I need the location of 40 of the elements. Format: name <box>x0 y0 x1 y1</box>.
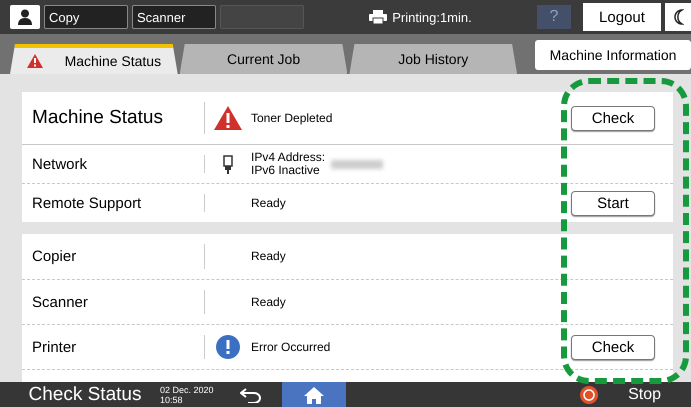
row-label: Printer <box>32 338 78 356</box>
user-button[interactable] <box>10 5 40 29</box>
tab[interactable]: Job History <box>349 44 518 74</box>
status-text: Ready <box>251 296 286 308</box>
warning-icon <box>213 105 243 131</box>
row-label: Copier <box>32 248 78 265</box>
action-button[interactable]: Check <box>571 106 655 130</box>
home-button[interactable] <box>282 382 346 407</box>
printing-status: Printing:1min. <box>392 10 472 24</box>
row-label: Remote Support <box>32 194 142 212</box>
user-icon <box>18 9 32 25</box>
sleep-button[interactable] <box>665 3 691 31</box>
row-label: Machine Status <box>32 107 164 129</box>
screen-title: Check Status <box>28 384 142 406</box>
status-text: IPv4 Address: <box>251 151 326 164</box>
status-text: IPv6 Inactive <box>251 164 321 177</box>
tab[interactable]: Machine Status <box>10 44 178 74</box>
row-label: Network <box>32 156 88 172</box>
ethernet-cable-icon <box>223 154 233 174</box>
stop-icon[interactable] <box>580 386 598 404</box>
action-button[interactable]: Start <box>571 190 655 216</box>
status-text: Ready <box>251 196 286 210</box>
exclamation-icon <box>216 335 240 359</box>
function-key[interactable]: Copy <box>44 5 128 29</box>
logout-button[interactable]: Logout <box>583 3 661 31</box>
time-text: 10:58 <box>160 394 184 404</box>
home-icon <box>303 386 325 404</box>
stop-label: Stop <box>628 386 661 404</box>
printer-icon <box>369 10 388 24</box>
row-label: Scanner <box>32 294 89 310</box>
tab[interactable]: Machine Information <box>535 40 691 70</box>
date-text: 02 Dec. 2020 <box>160 384 215 394</box>
status-text: Error Occurred <box>251 340 330 354</box>
action-button[interactable]: Check <box>571 334 655 360</box>
status-text: Toner Depleted <box>251 112 332 124</box>
function-key[interactable]: Scanner <box>132 5 216 29</box>
status-text: Ready <box>251 250 286 263</box>
back-arrow-icon[interactable] <box>240 386 262 402</box>
moon-icon <box>672 9 684 25</box>
tab[interactable]: Current Job <box>180 44 348 74</box>
